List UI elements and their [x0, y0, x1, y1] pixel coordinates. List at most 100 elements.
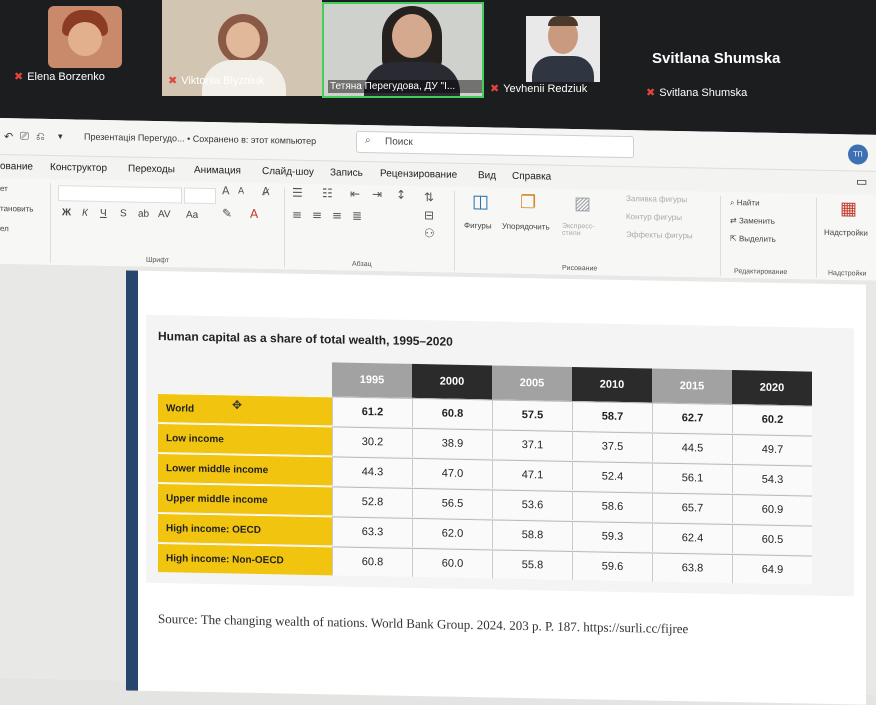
shape-outline-button[interactable]: Контур фигуры	[626, 212, 682, 222]
table-header-year: 2015	[652, 368, 732, 405]
addins-button[interactable]: ▦ Надстройки	[822, 198, 876, 263]
shape-effects-button[interactable]: Эффекты фигуры	[626, 230, 693, 240]
search-input[interactable]: ⌕ Поиск	[356, 130, 634, 159]
app-icon[interactable]: ↶	[4, 130, 13, 143]
table-cell: 60.0	[412, 547, 492, 579]
shrink-font-icon[interactable]: A	[238, 187, 244, 197]
undo-icon[interactable]: ⎌	[36, 131, 45, 144]
table-cell: 58.6	[572, 490, 652, 522]
tab-view-prev[interactable]: ование	[0, 161, 33, 173]
align-center-icon[interactable]: ≡	[312, 208, 322, 222]
align-text-icon[interactable]: ⊟	[424, 208, 434, 222]
table-cell: 44.3	[332, 456, 412, 487]
participant-tile[interactable]: ✖ Viktoriia Blyzniuk	[162, 0, 322, 96]
participant-name: Yevhenii Redziuk	[503, 83, 588, 95]
document-title[interactable]: Презентація Перегудо... • Сохранено в: э…	[84, 132, 316, 146]
font-color-icon[interactable]: A	[250, 207, 258, 221]
highlight-icon[interactable]: ✎	[222, 206, 232, 220]
participant-name: Тетяна Перегудова, ДУ "І...	[330, 81, 456, 92]
tab-view[interactable]: Вид	[478, 170, 496, 181]
group-drawing-label: Рисование	[562, 264, 598, 273]
participant-tile-active[interactable]: Тетяна Перегудова, ДУ "І...	[322, 2, 484, 98]
spacing-button[interactable]: AV	[158, 209, 171, 220]
muted-mic-icon: ✖	[14, 71, 24, 83]
ribbon-left-1[interactable]: ет	[0, 184, 8, 193]
line-spacing-icon[interactable]: ↕	[396, 188, 406, 202]
table-cell: 60.2	[732, 404, 812, 435]
smartart-icon[interactable]: ⚇	[424, 226, 435, 240]
replace-icon: ⇄	[730, 216, 739, 226]
source-citation: Source: The changing wealth of nations. …	[158, 611, 689, 637]
table-cell: 37.1	[492, 429, 572, 460]
tab-record[interactable]: Запись	[330, 167, 363, 179]
indent-icon[interactable]: ⇤	[350, 187, 360, 201]
shapes-icon: ◫	[472, 191, 490, 213]
italic-button[interactable]: К	[82, 208, 88, 219]
table-cell: 30.2	[332, 426, 412, 457]
table-cell: 44.5	[652, 432, 732, 464]
shapes-button[interactable]: ◫ Фигуры	[462, 191, 502, 256]
table-header-year: 2005	[492, 365, 572, 401]
participant-video	[48, 6, 122, 68]
account-avatar[interactable]: ТП	[848, 144, 868, 165]
outdent-icon[interactable]: ⇥	[372, 187, 382, 201]
participant-name: Svitlana Shumska	[659, 87, 748, 99]
participant-big-name: Svitlana Shumska	[652, 50, 781, 67]
slide-canvas[interactable]: Human capital as a share of total wealth…	[126, 270, 866, 705]
strikethrough-button[interactable]: ab	[138, 209, 149, 220]
grow-font-icon[interactable]: A	[222, 184, 230, 197]
comments-icon[interactable]: ▭	[856, 174, 867, 188]
find-icon: ⌕	[730, 198, 737, 208]
find-button[interactable]: ⌕ Найти	[730, 198, 760, 209]
table-cell: 54.3	[732, 464, 812, 495]
tab-slideshow[interactable]: Слайд-шоу	[262, 166, 314, 178]
select-button[interactable]: ⇱ Выделить	[730, 234, 776, 244]
numbering-icon[interactable]: ☷	[322, 186, 333, 200]
video-participants-strip: ✖ Elena Borzenko ✖ Viktoriia Blyzniuk Тетя…	[0, 0, 876, 140]
group-paragraph-label: Абзац	[352, 260, 372, 269]
quick-styles-button[interactable]: ▨ Экспресс-стили	[562, 193, 608, 258]
clear-format-icon[interactable]: A̷	[262, 185, 270, 198]
tab-review[interactable]: Рецензирование	[380, 168, 457, 180]
table-row-label: High income: Non-OECD	[158, 543, 332, 576]
arrange-button[interactable]: ❐ Упорядочить	[500, 192, 560, 257]
table-cell: 60.8	[332, 546, 412, 577]
table-cell: 65.7	[652, 492, 732, 524]
tab-animations[interactable]: Анимация	[194, 165, 241, 177]
bullets-icon[interactable]: ☰	[292, 186, 303, 200]
participant-tile[interactable]: Svitlana Shumska ✖ Svitlana Shumska	[640, 0, 876, 100]
align-left-icon[interactable]: ≡	[292, 208, 302, 222]
text-direction-icon[interactable]: ⇅	[424, 190, 434, 204]
ribbon-left-2[interactable]: тановить	[0, 204, 33, 214]
group-editing-label: Редактирование	[734, 268, 788, 277]
table-header-year: 2020	[732, 370, 812, 406]
ribbon-left-3[interactable]: ел	[0, 224, 9, 233]
tab-help[interactable]: Справка	[512, 171, 551, 183]
font-name-select[interactable]	[58, 185, 182, 204]
underline-button[interactable]: Ч	[100, 208, 107, 219]
table-cell: 60.5	[732, 524, 812, 555]
powerpoint-window: ↶ ⎚ ⎌ ▾ Презентація Перегудо... • Сохран…	[0, 118, 876, 705]
tab-design[interactable]: Конструктор	[50, 162, 107, 174]
customize-icon[interactable]: ▾	[58, 131, 63, 142]
table-cell: 63.8	[652, 552, 732, 584]
save-icon[interactable]: ⎚	[20, 130, 29, 143]
muted-mic-icon: ✖	[168, 75, 178, 87]
font-size-select[interactable]	[184, 187, 216, 205]
select-icon: ⇱	[730, 234, 739, 244]
tab-transitions[interactable]: Переходы	[128, 163, 175, 175]
participant-video	[526, 16, 600, 82]
table-cell: 52.8	[332, 486, 412, 517]
replace-button[interactable]: ⇄ Заменить	[730, 216, 775, 226]
table-row-label: Low income	[158, 423, 332, 456]
table-cell: 61.2	[332, 396, 412, 427]
participant-tile[interactable]: ✖ Yevhenii Redziuk	[486, 0, 636, 98]
bold-button[interactable]: Ж	[62, 207, 71, 218]
shape-fill-button[interactable]: Заливка фигуры	[626, 194, 687, 204]
case-button[interactable]: Aa	[186, 210, 198, 221]
shadow-button[interactable]: S	[120, 208, 127, 219]
table-title: Human capital as a share of total wealth…	[158, 329, 453, 349]
participant-tile[interactable]: ✖ Elena Borzenko	[14, 0, 160, 92]
align-right-icon[interactable]: ≡	[332, 208, 342, 222]
justify-icon[interactable]: ≣	[352, 209, 362, 223]
